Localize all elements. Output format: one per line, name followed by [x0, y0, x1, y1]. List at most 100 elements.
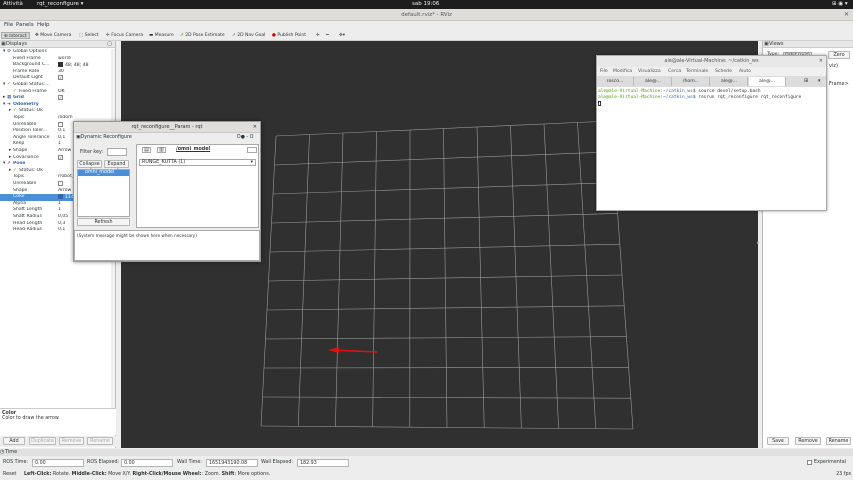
display-property-row[interactable]: ▾ ➜ Odometry [0, 102, 116, 109]
tool-move-camera-button[interactable]: ✥ Move Camera [33, 32, 73, 39]
ros-elapsed-field[interactable]: 0.00 [121, 459, 173, 467]
tool-2d-pose-estimate-button[interactable]: ➚ 2D Pose Estimate [178, 32, 227, 39]
add-display-button[interactable]: Add [3, 437, 25, 445]
plugin-controls[interactable]: D● - O [237, 134, 253, 142]
property-value[interactable]: 1 [58, 201, 61, 208]
display-property-row[interactable]: ▾ ✓ Global Status:... [0, 82, 116, 89]
property-checkbox[interactable]: ✓ [58, 95, 63, 102]
property-value[interactable]: 1 [58, 141, 61, 148]
tab-menu-icon[interactable]: ▾ [818, 78, 821, 84]
menu-help[interactable]: Help [37, 22, 50, 28]
tool-focus-camera-button[interactable]: ✛ Focus Camera [104, 32, 145, 39]
terminal-menu-terminale[interactable]: Terminale [686, 69, 708, 74]
expand-all-button[interactable]: Expand al [104, 160, 129, 174]
app-menu-button[interactable]: rqt_reconfigure ▾ [37, 1, 83, 7]
tool-select-button[interactable]: ⬚ Select [77, 32, 101, 39]
new-tab-icon[interactable]: ⊞ [804, 78, 808, 84]
chevron-down-icon[interactable]: ▾ [3, 102, 5, 109]
add-tool-icon[interactable]: ✛ [314, 32, 322, 39]
terminal-tab-active[interactable]: ale@... [749, 77, 786, 86]
terminal-menu-visualizza[interactable]: Visualizza [638, 69, 661, 74]
property-checkbox[interactable]: ✓ [58, 75, 63, 82]
collapse-all-button[interactable]: Collapse al [77, 160, 102, 174]
wall-time-field[interactable]: 1651943190.08 [206, 459, 258, 467]
display-property-row[interactable]: ▸ ▦ Grid ✓ [0, 95, 116, 102]
display-property-row[interactable]: Frame Rate 30 [0, 69, 116, 76]
system-tray-icon[interactable]: ⊞ ◉ ▾ [832, 1, 848, 7]
property-value[interactable]: /robot_ [58, 174, 74, 181]
terminal-tab[interactable]: rosco... [597, 77, 634, 86]
property-value[interactable]: 0,1 [58, 135, 65, 142]
refresh-button[interactable]: Refresh [77, 218, 130, 226]
property-value[interactable]: Arrow [58, 188, 71, 195]
property-value[interactable]: /odom [58, 115, 73, 122]
duplicate-display-button[interactable]: Duplicate [29, 437, 56, 445]
remove-display-button[interactable]: Remove [59, 437, 84, 445]
tool-measure-button[interactable]: ▬ Measure [147, 32, 176, 39]
remove-view-button[interactable]: Remove [795, 437, 821, 445]
property-value[interactable]: world [58, 56, 71, 63]
terminal-tab[interactable]: ale@... [635, 77, 672, 86]
chevron-down-icon[interactable]: ▾ [3, 161, 5, 168]
property-value[interactable]: 0,3 [58, 221, 65, 228]
tool-2d-nav-goal-button[interactable]: ➚ 2D Nav Goal [230, 32, 267, 39]
property-checkbox[interactable] [58, 181, 63, 188]
terminal-menu-aiuto[interactable]: Aiuto [739, 69, 751, 74]
terminal-tab[interactable]: /hom... [673, 77, 710, 86]
display-property-row[interactable]: Fixed Frame world [0, 56, 116, 63]
display-property-row[interactable]: ▾ ⚙ Global Options [0, 49, 116, 56]
node-item-omni-model[interactable]: omni_model [78, 170, 129, 176]
zero-view-button[interactable]: Zero [828, 51, 850, 59]
filter-key-input[interactable] [107, 148, 127, 156]
terminal-menu-schede[interactable]: Schede [715, 69, 732, 74]
chevron-right-icon[interactable]: ▸ [9, 155, 11, 162]
property-value[interactable]: 0,05 [58, 214, 68, 221]
experimental-checkbox[interactable] [807, 460, 812, 466]
tool-publish-point-button[interactable]: ● Publish Point [270, 32, 308, 39]
undock-icon[interactable]: ▢ [107, 41, 112, 48]
property-checkbox[interactable] [58, 121, 63, 129]
close-node-icon[interactable] [247, 147, 257, 153]
terminal-tab[interactable]: ale@... [711, 77, 748, 86]
tool-interact-button[interactable]: ⊕ Interact [1, 32, 30, 39]
display-property-row[interactable]: ▸ ✓ Status: Ok [0, 108, 116, 115]
display-property-row[interactable]: ✓ Fixed Frame OK [0, 89, 116, 96]
activities-button[interactable]: Attività [3, 1, 23, 7]
rename-view-button[interactable]: Rename [826, 437, 851, 445]
terminal-menu-modifica[interactable]: Modifica [613, 69, 632, 74]
chevron-down-icon[interactable]: ▾ [3, 49, 5, 56]
chevron-down-icon[interactable]: ▾ [3, 82, 5, 89]
chevron-right-icon[interactable]: ▸ [3, 95, 5, 102]
chevron-right-icon[interactable]: ▸ [9, 168, 11, 175]
close-icon[interactable]: ✕ [844, 9, 849, 21]
collapse-right-panel-icon[interactable]: ▸ [757, 240, 760, 246]
wall-elapsed-field[interactable]: 182.93 [297, 459, 349, 467]
ros-time-field[interactable]: 0.00 [32, 459, 84, 467]
menu-panels[interactable]: Panels [16, 22, 34, 28]
property-value[interactable]: 30 [58, 69, 64, 76]
tool-options-icon[interactable]: ✜▾ [337, 32, 347, 39]
menu-file[interactable]: File [4, 22, 13, 28]
rename-display-button[interactable]: Rename [87, 437, 113, 445]
terminal-menu-cerca[interactable]: Cerca [668, 69, 681, 74]
terminal-menu-file[interactable]: File [600, 69, 608, 74]
save-view-button[interactable]: Save [767, 437, 789, 445]
chevron-right-icon[interactable]: ▸ [9, 108, 11, 115]
clock[interactable]: sab 19:06 [412, 1, 439, 7]
remove-tool-icon[interactable]: ━ [324, 32, 331, 39]
reset-button[interactable]: Reset [3, 472, 16, 477]
property-value[interactable]: Arrow [58, 148, 71, 155]
close-icon[interactable]: ✕ [819, 56, 823, 67]
param-enum-select[interactable]: RUNGE_KUTTA (1) ▾ [139, 159, 256, 166]
disk-icon[interactable]: ▤ [142, 147, 151, 153]
terminal-output[interactable]: ale@ale-Virtual-Machine:~/catkin_ws$ sou… [597, 87, 826, 111]
display-property-row[interactable]: Background C... 48; 48; 48 [0, 62, 116, 69]
property-checkbox[interactable]: ✓ [58, 154, 63, 162]
property-value[interactable]: 114 [58, 194, 74, 201]
chevron-right-icon[interactable]: ▸ [9, 148, 11, 155]
property-value[interactable]: 0,1 [58, 227, 65, 234]
property-value[interactable]: 48; 48; 48 [58, 62, 89, 69]
display-property-row[interactable]: Default Light ✓ [0, 75, 116, 82]
property-value[interactable]: 1 [58, 207, 61, 214]
property-value[interactable]: OK [58, 89, 65, 96]
